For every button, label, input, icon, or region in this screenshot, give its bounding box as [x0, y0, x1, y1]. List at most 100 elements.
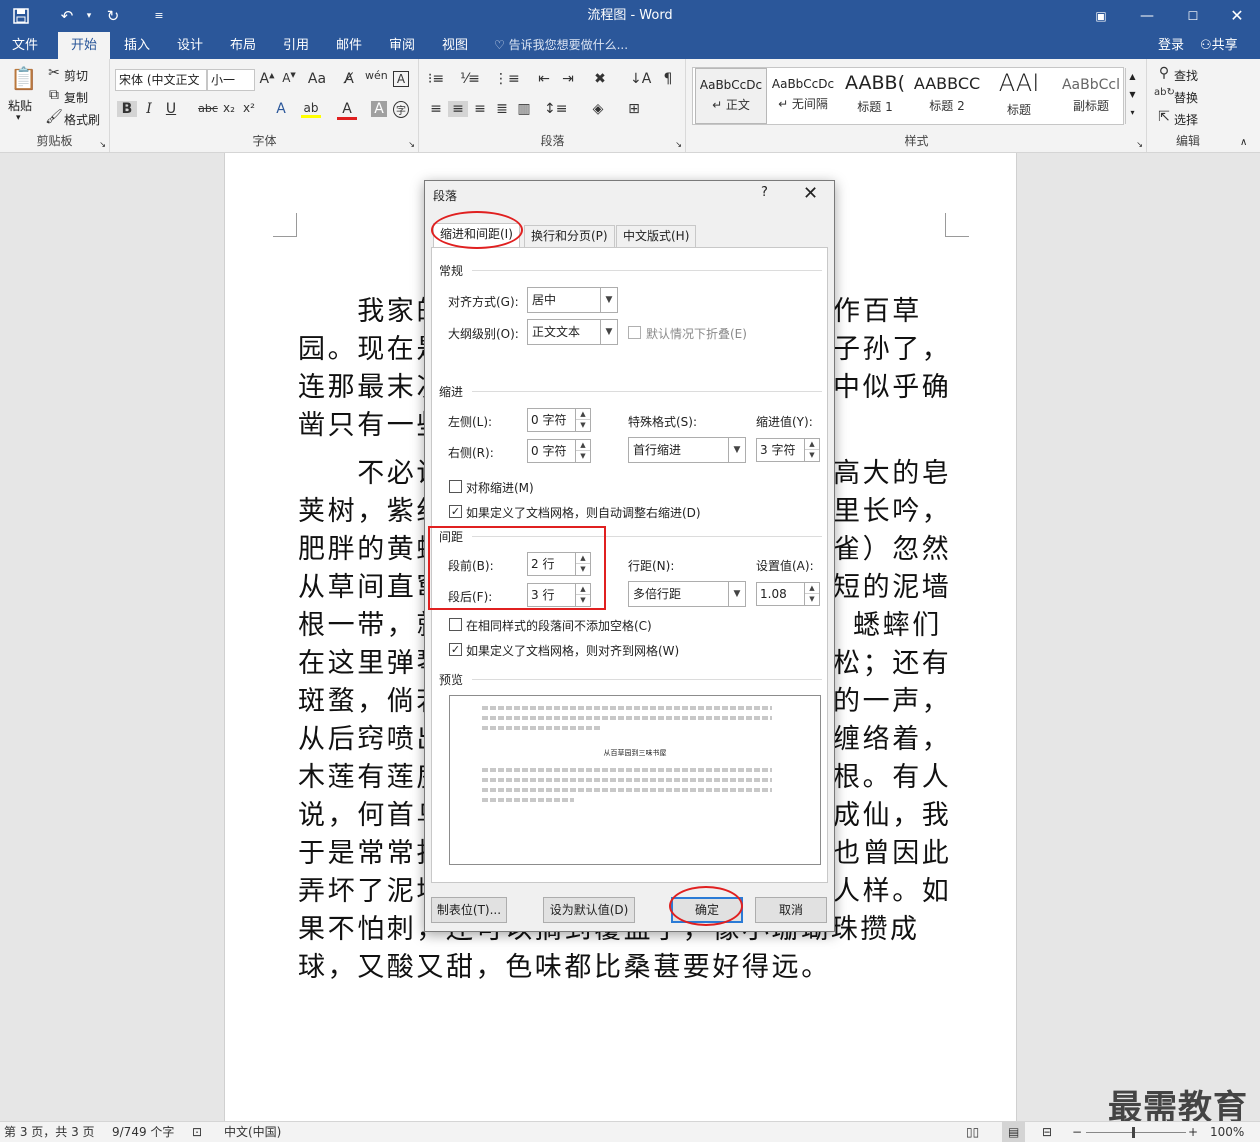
- font-name-box[interactable]: 宋体 (中文正文: [115, 69, 207, 91]
- strikethrough-icon[interactable]: abc: [195, 102, 221, 115]
- help-button[interactable]: ?: [761, 185, 768, 200]
- highlight-icon[interactable]: ab: [301, 101, 321, 118]
- outline-level-select[interactable]: 正文文本 ▼: [527, 319, 618, 345]
- align-left-icon[interactable]: ≡: [426, 101, 446, 117]
- italic-icon[interactable]: I: [139, 101, 159, 117]
- align-right-icon[interactable]: ≡: [470, 101, 490, 117]
- subscript-icon[interactable]: x₂: [219, 101, 239, 115]
- collapse-ribbon-icon[interactable]: ∧: [1240, 137, 1247, 148]
- underline-icon[interactable]: U: [161, 101, 181, 117]
- character-shading-icon[interactable]: A: [371, 101, 387, 117]
- increase-indent-icon[interactable]: ⇥: [558, 71, 578, 87]
- share-button[interactable]: ⚇共享: [1200, 32, 1238, 59]
- page-count[interactable]: 第 3 页，共 3 页: [4, 1122, 95, 1142]
- font-size-box[interactable]: 小一: [207, 69, 255, 91]
- gallery-scroll[interactable]: ▲ ▼ ▾: [1125, 68, 1139, 124]
- read-mode-icon[interactable]: ▯▯: [966, 1122, 979, 1142]
- styles-launcher-icon[interactable]: ↘: [1136, 140, 1143, 149]
- shading-icon[interactable]: ◈: [588, 101, 608, 117]
- left-indent-input[interactable]: 0 字符 ▲ ▼: [527, 408, 591, 432]
- font-launcher-icon[interactable]: ↘: [408, 140, 415, 149]
- collapse-checkbox[interactable]: [628, 326, 641, 339]
- superscript-icon[interactable]: x²: [239, 101, 259, 115]
- line-spacing-icon[interactable]: ↕≡: [544, 101, 567, 117]
- character-border-icon[interactable]: A: [393, 71, 409, 87]
- chinese-layout-icon[interactable]: ✖: [590, 71, 610, 87]
- zoom-level[interactable]: 100%: [1210, 1122, 1244, 1142]
- distributed-icon[interactable]: ▥: [514, 101, 534, 117]
- sort-icon[interactable]: ↓A: [630, 71, 651, 87]
- spinner-buttons[interactable]: ▲ ▼: [575, 440, 590, 462]
- tab-mailings[interactable]: 邮件: [324, 32, 374, 59]
- minimize-icon[interactable]: —: [1124, 0, 1170, 32]
- show-marks-icon[interactable]: ¶: [658, 71, 678, 87]
- replace-button[interactable]: 替换: [1174, 89, 1198, 106]
- style-subtitle[interactable]: AaBbCcl 副标题: [1055, 68, 1127, 124]
- language-indicator[interactable]: 中文(中国): [224, 1122, 281, 1142]
- close-window-icon[interactable]: ✕: [1214, 0, 1260, 32]
- style-title[interactable]: AAI 标题: [983, 68, 1055, 124]
- justify-icon[interactable]: ≣: [492, 101, 512, 117]
- right-indent-input[interactable]: 0 字符 ▲ ▼: [527, 439, 591, 463]
- tab-view[interactable]: 视图: [430, 32, 480, 59]
- tab-design[interactable]: 设计: [165, 32, 215, 59]
- no-space-same-style-checkbox[interactable]: [449, 618, 462, 631]
- tab-asian-typography[interactable]: 中文版式(H): [616, 225, 697, 247]
- proofing-icon[interactable]: ⊡: [192, 1122, 202, 1142]
- paste-button[interactable]: 粘贴: [8, 97, 32, 114]
- change-case-icon[interactable]: Aa: [307, 71, 327, 87]
- shrink-font-icon[interactable]: A▼: [279, 71, 299, 85]
- tab-insert[interactable]: 插入: [112, 32, 162, 59]
- maximize-icon[interactable]: ☐: [1170, 0, 1216, 32]
- find-button[interactable]: 查找: [1174, 67, 1198, 84]
- zoom-slider-track[interactable]: [1086, 1132, 1186, 1133]
- spinner-buttons[interactable]: ▲ ▼: [804, 439, 819, 461]
- special-indent-select[interactable]: 首行缩进 ▼: [628, 437, 746, 463]
- spacing-at-input[interactable]: 1.08 ▲ ▼: [756, 582, 820, 606]
- tab-home[interactable]: 开始: [58, 32, 110, 59]
- style-heading-1[interactable]: AABB( 标题 1: [839, 68, 911, 124]
- text-effects-icon[interactable]: A: [271, 101, 291, 117]
- mirror-indents-checkbox[interactable]: [449, 480, 462, 493]
- word-count[interactable]: 9/749 个字: [112, 1122, 174, 1142]
- paste-icon[interactable]: 📋: [10, 67, 37, 92]
- font-color-icon[interactable]: A: [337, 101, 357, 120]
- spinner-buttons[interactable]: ▲ ▼: [804, 583, 819, 605]
- line-spacing-select[interactable]: 多倍行距 ▼: [628, 581, 746, 607]
- phonetic-guide-icon[interactable]: wén: [365, 69, 388, 82]
- tab-line-page-breaks[interactable]: 换行和分页(P): [524, 225, 615, 247]
- multilevel-list-icon[interactable]: ⋮≡: [494, 71, 520, 87]
- zoom-slider-thumb[interactable]: [1132, 1127, 1135, 1138]
- style-heading-2[interactable]: AABBCC 标题 2: [911, 68, 983, 124]
- zoom-in-icon[interactable]: +: [1188, 1122, 1198, 1142]
- numbering-icon[interactable]: ⅟≡: [460, 71, 480, 87]
- bold-icon[interactable]: B: [117, 101, 137, 117]
- zoom-out-icon[interactable]: −: [1072, 1122, 1082, 1142]
- tab-references[interactable]: 引用: [271, 32, 321, 59]
- snap-to-grid-checkbox[interactable]: ✓: [449, 643, 462, 656]
- login-link[interactable]: 登录: [1158, 32, 1184, 59]
- print-layout-icon[interactable]: ▤: [1002, 1122, 1026, 1142]
- copy-button[interactable]: 复制: [64, 89, 88, 106]
- paragraph-launcher-icon[interactable]: ↘: [675, 140, 682, 149]
- style-normal[interactable]: AaBbCcDc ↵ 正文: [695, 68, 767, 124]
- paste-dropdown-icon[interactable]: ▾: [16, 113, 21, 123]
- cancel-button[interactable]: 取消: [755, 897, 827, 923]
- format-painter-button[interactable]: 格式刷: [64, 111, 100, 128]
- cut-button[interactable]: 剪切: [64, 67, 88, 84]
- indent-by-input[interactable]: 3 字符 ▲ ▼: [756, 438, 820, 462]
- tab-file[interactable]: 文件: [0, 32, 50, 59]
- tabs-button[interactable]: 制表位(T)...: [431, 897, 507, 923]
- web-layout-icon[interactable]: ⊟: [1042, 1122, 1052, 1142]
- spinner-buttons[interactable]: ▲ ▼: [575, 409, 590, 431]
- borders-icon[interactable]: ⊞: [624, 101, 644, 117]
- decrease-indent-icon[interactable]: ⇤: [534, 71, 554, 87]
- tab-layout[interactable]: 布局: [218, 32, 268, 59]
- select-button[interactable]: 选择: [1174, 111, 1198, 128]
- auto-adjust-checkbox[interactable]: ✓: [449, 505, 462, 518]
- set-default-button[interactable]: 设为默认值(D): [543, 897, 635, 923]
- style-no-spacing[interactable]: AaBbCcDc ↵ 无间隔: [767, 68, 839, 124]
- bullets-icon[interactable]: ⁝≡: [426, 71, 446, 87]
- close-icon[interactable]: ✕: [803, 183, 818, 204]
- tell-me-box[interactable]: ♡ 告诉我您想要做什么...: [494, 32, 628, 59]
